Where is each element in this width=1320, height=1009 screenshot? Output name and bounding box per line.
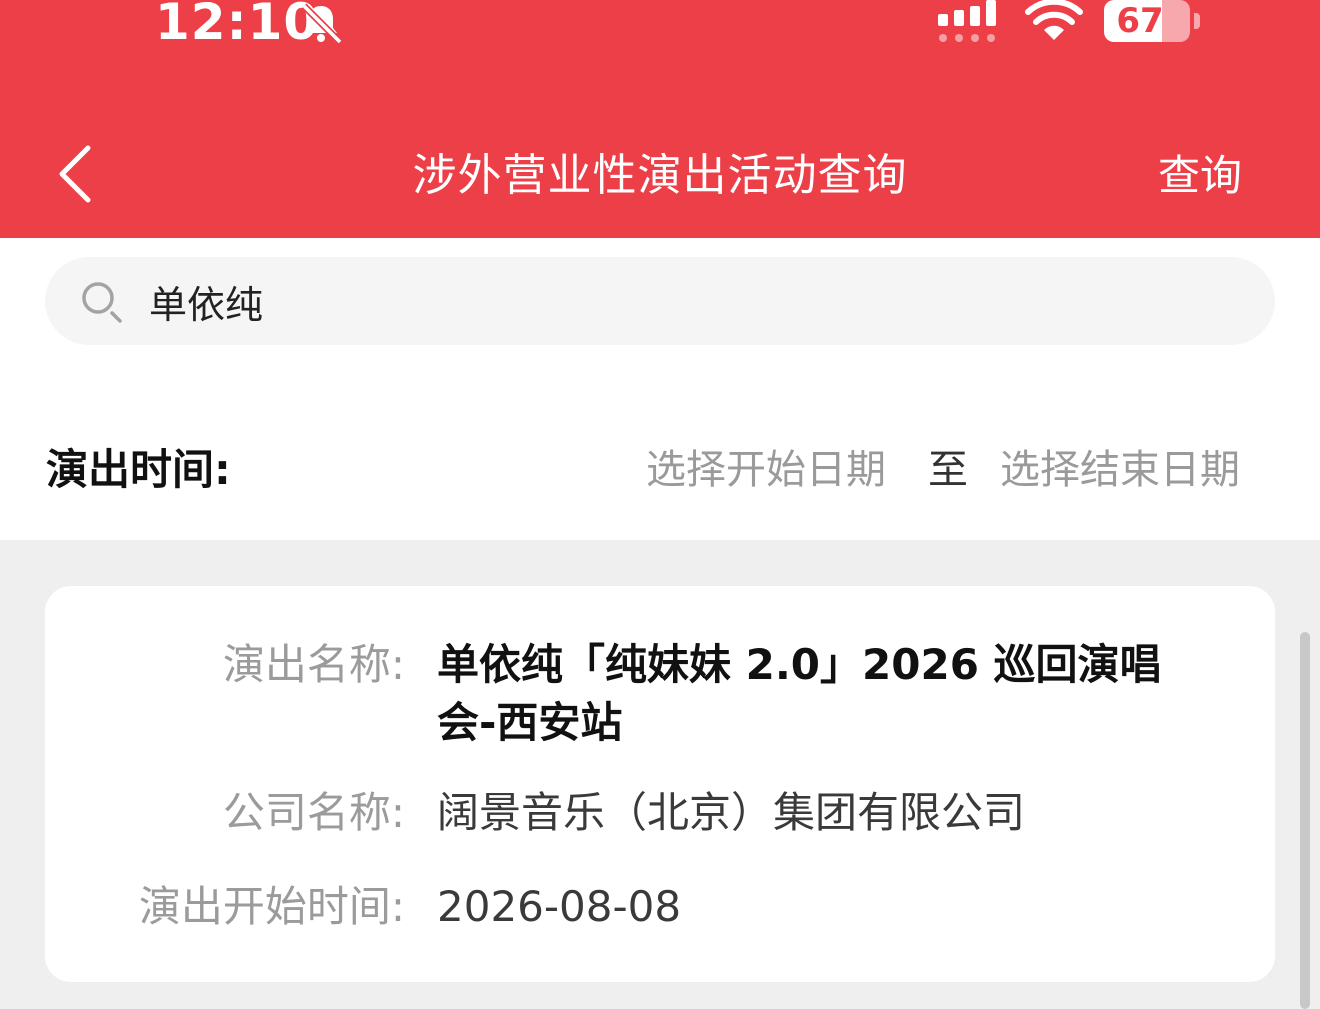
search-input[interactable] — [149, 257, 1229, 345]
battery-nub — [1194, 13, 1200, 29]
search-icon — [82, 282, 122, 323]
status-time: 12:10 — [155, 0, 320, 51]
result-company-value: 阔景音乐（北京）集团有限公司 — [437, 788, 1026, 837]
wifi-icon — [1025, 0, 1083, 40]
result-name-value: 单依纯「纯妹妹 2.0」2026 巡回演唱会-西安站 — [437, 640, 1162, 747]
search-box[interactable] — [45, 257, 1275, 345]
result-start-value: 2026-08-08 — [437, 882, 682, 931]
filter-panel: 演出时间: 选择开始日期 至 选择结束日期 — [0, 238, 1320, 540]
battery-icon: 67 — [1104, 0, 1200, 44]
page-title: 涉外营业性演出活动查询 — [412, 150, 908, 201]
cellular-signal-icon — [938, 0, 996, 42]
app-screen: 12:10 67 涉外营业性演出活动查询 查询 单依纯 演出时间: 选择开始日期… — [0, 0, 1320, 1009]
bell-muted-icon — [301, 3, 343, 45]
result-name-label: 演出名称: — [222, 640, 405, 689]
query-button[interactable]: 查询 — [1140, 148, 1260, 204]
battery-body: 67 — [1104, 0, 1190, 42]
result-company-label: 公司名称: — [222, 788, 405, 837]
scrollbar[interactable] — [1300, 632, 1310, 1009]
date-separator: 至 — [928, 447, 968, 493]
app-header: 12:10 67 涉外营业性演出活动查询 查询 — [0, 0, 1320, 238]
end-date-picker[interactable]: 选择结束日期 — [1000, 442, 1240, 498]
result-start-label: 演出开始时间: — [138, 882, 405, 931]
result-card[interactable]: 演出名称: 单依纯「纯妹妹 2.0」2026 巡回演唱会-西安站 公司名称: 阔… — [45, 586, 1275, 982]
start-date-picker[interactable]: 选择开始日期 — [646, 442, 886, 498]
battery-percent: 67 — [1116, 1, 1164, 41]
date-filter-label: 演出时间: — [46, 445, 231, 494]
